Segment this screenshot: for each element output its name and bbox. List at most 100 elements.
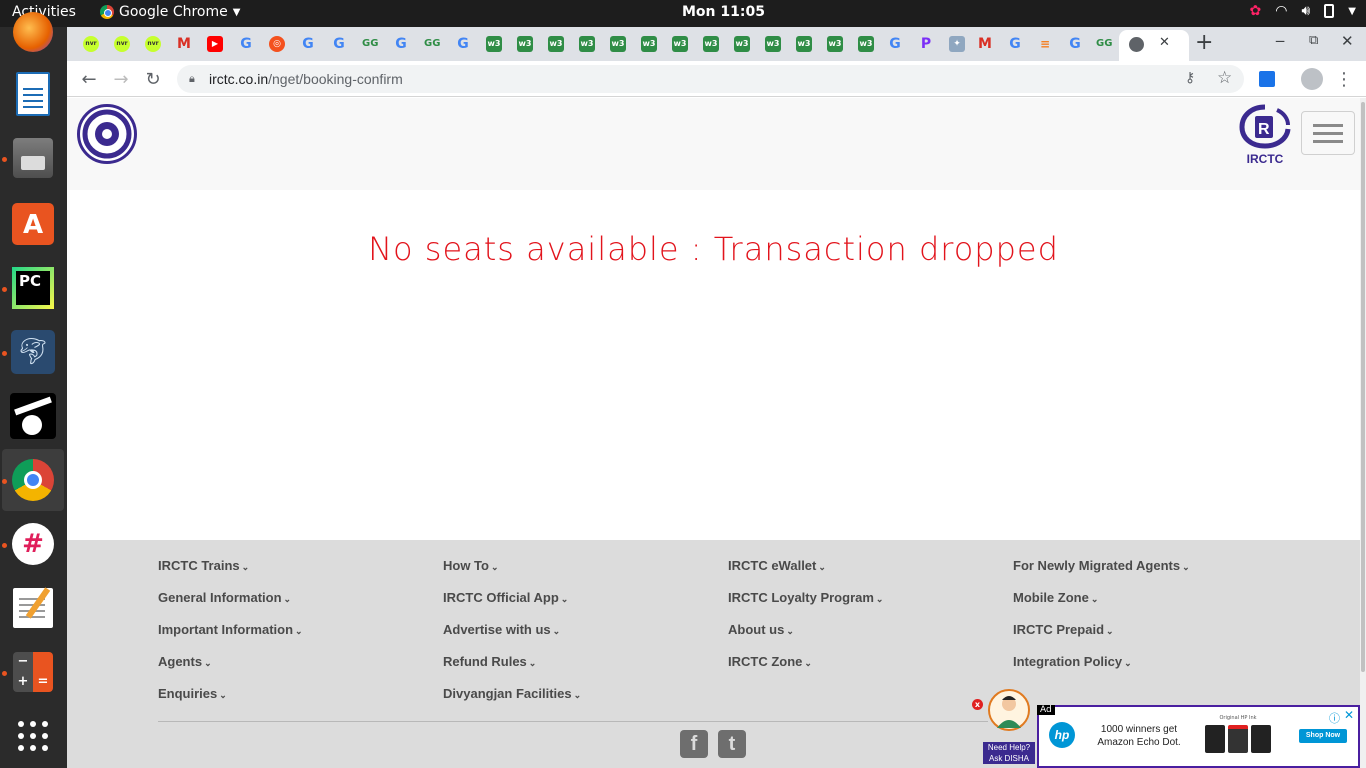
footer-link[interactable]: IRCTC Prepaid ⌄ (1013, 622, 1190, 654)
advertisement-banner[interactable]: Ad hp 1000 winners get Amazon Echo Dot. … (1037, 705, 1360, 768)
dock-mysql-workbench[interactable]: 🐬︎ (8, 327, 58, 377)
disha-chatbot[interactable]: Need Help? Ask DISHA (983, 688, 1035, 768)
footer-link[interactable]: Important Information ⌄ (158, 622, 303, 654)
new-tab-button[interactable]: + (1195, 30, 1213, 55)
tab-favicon-google[interactable]: G (331, 36, 347, 52)
address-bar[interactable]: 🔒︎ irctc.co.in/nget/booking-confirm ⚷ ☆ (177, 65, 1244, 93)
footer-link[interactable]: Divyangjan Facilities ⌄ (443, 686, 581, 718)
footer-link[interactable]: IRCTC eWallet ⌄ (728, 558, 883, 590)
tab-favicon-google[interactable]: G (1067, 36, 1083, 52)
tab-favicon-w3[interactable]: w3 (641, 36, 657, 52)
tab-favicon-image[interactable]: ✦ (949, 36, 965, 52)
tab-favicon-geeksforgeeks[interactable]: GG (424, 36, 440, 52)
tab-favicon-w3[interactable]: w3 (579, 36, 595, 52)
tab-favicon-w3[interactable]: w3 (827, 36, 843, 52)
chevron-down-icon: ⌄ (1182, 562, 1190, 572)
tab-favicon-orange[interactable]: ◎ (269, 36, 285, 52)
chrome-menu-button[interactable]: ⋮ (1333, 68, 1355, 90)
dock-slack[interactable]: # (8, 519, 58, 569)
footer-link[interactable]: Enquiries ⌄ (158, 686, 303, 718)
close-window-button[interactable]: ✕ (1341, 32, 1354, 50)
tab-favicon-w3[interactable]: w3 (734, 36, 750, 52)
tab-favicon-w3[interactable]: w3 (548, 36, 564, 52)
tab-favicon-stackoverflow[interactable]: ≡ (1037, 36, 1053, 52)
footer-link[interactable]: About us ⌄ (728, 622, 883, 654)
key-icon[interactable]: ⚷ (1185, 70, 1195, 86)
dock-text-editor[interactable] (8, 583, 58, 633)
dock-pycharm[interactable]: PC (8, 263, 58, 313)
tab-favicon-w3[interactable]: w3 (610, 36, 626, 52)
footer-link[interactable]: For Newly Migrated Agents ⌄ (1013, 558, 1190, 590)
tab-favicon-gmail[interactable]: M (977, 36, 993, 52)
footer-link[interactable]: Integration Policy ⌄ (1013, 654, 1190, 686)
maximize-button[interactable]: ⧉ (1309, 33, 1318, 48)
irctc-logo[interactable]: R IRCTC (1237, 104, 1293, 166)
slack-tray-icon[interactable]: ✿ (1250, 3, 1262, 19)
tab-favicon-google[interactable]: G (887, 36, 903, 52)
back-button[interactable]: ← (78, 68, 100, 90)
dock-chrome[interactable] (8, 455, 58, 505)
tab-favicon-w3[interactable]: w3 (703, 36, 719, 52)
dock-app-pirate[interactable] (8, 391, 58, 441)
tab-favicon-geeksforgeeks[interactable]: GG (1096, 36, 1112, 52)
tab-favicon-gmail[interactable]: M (176, 36, 192, 52)
tab-favicon-nvr[interactable]: nvr (145, 36, 161, 52)
tab-favicon-w3[interactable]: w3 (486, 36, 502, 52)
indian-railways-logo[interactable] (77, 104, 137, 164)
minimize-button[interactable]: ‒ (1275, 31, 1285, 50)
tab-favicon-google[interactable]: G (300, 36, 316, 52)
tab-favicon-google[interactable]: G (455, 36, 471, 52)
twitter-icon[interactable]: t (718, 730, 746, 758)
footer-link[interactable]: IRCTC Loyalty Program ⌄ (728, 590, 883, 622)
footer-link[interactable]: Mobile Zone ⌄ (1013, 590, 1190, 622)
tab-favicon-w3[interactable]: w3 (517, 36, 533, 52)
shop-now-button[interactable]: Shop Now (1299, 729, 1347, 743)
footer-link[interactable]: How To ⌄ (443, 558, 581, 590)
dock-firefox[interactable] (8, 7, 58, 57)
tab-close-button[interactable]: ✕ (1159, 35, 1170, 50)
tab-favicon-google[interactable]: G (1007, 36, 1023, 52)
extension-icon[interactable] (1259, 71, 1275, 87)
footer-link[interactable]: IRCTC Trains ⌄ (158, 558, 303, 590)
footer-link[interactable]: Refund Rules ⌄ (443, 654, 581, 686)
tab-favicon-google[interactable]: G (238, 36, 254, 52)
app-menu[interactable]: Google Chrome ▼ (100, 4, 240, 20)
active-tab[interactable]: ✕ (1119, 30, 1189, 61)
dock-files[interactable] (8, 133, 58, 183)
forward-button[interactable]: → (110, 68, 132, 90)
ad-info-icon[interactable]: ⓘ (1329, 710, 1340, 726)
show-applications-button[interactable] (8, 711, 58, 761)
chevron-down-icon: ⌄ (786, 626, 794, 636)
tab-favicon-google[interactable]: G (393, 36, 409, 52)
hamburger-menu-button[interactable] (1301, 111, 1355, 155)
tab-favicon-w3[interactable]: w3 (672, 36, 688, 52)
dock-calculator[interactable]: − + = (8, 647, 58, 697)
page-scrollbar[interactable] (1360, 98, 1366, 768)
tab-favicon-geeksforgeeks[interactable]: GG (362, 36, 378, 52)
lock-icon: 🔒︎ (189, 72, 195, 85)
facebook-icon[interactable]: f (680, 730, 708, 758)
star-icon[interactable]: ☆ (1217, 68, 1232, 88)
footer-link[interactable]: IRCTC Official App ⌄ (443, 590, 581, 622)
tab-favicon-nvr[interactable]: nvr (83, 36, 99, 52)
tab-favicon-w3[interactable]: w3 (858, 36, 874, 52)
disha-close-button[interactable]: x (972, 699, 983, 710)
scrollbar-thumb[interactable] (1361, 102, 1365, 672)
footer-link[interactable]: IRCTC Zone ⌄ (728, 654, 883, 686)
footer-link[interactable]: Agents ⌄ (158, 654, 303, 686)
chevron-down-icon: ⌄ (241, 562, 250, 572)
footer-link[interactable]: General Information ⌄ (158, 590, 303, 622)
tab-favicon-w3[interactable]: w3 (796, 36, 812, 52)
footer-link[interactable]: Advertise with us ⌄ (443, 622, 581, 654)
system-tray[interactable]: ✿ ◠ 🔊︎ ▼ (1250, 3, 1356, 19)
ad-close-icon[interactable]: ✕ (1344, 708, 1354, 722)
dock-software-center[interactable]: A (8, 199, 58, 249)
tab-favicon-nvr[interactable]: nvr (114, 36, 130, 52)
dock-libreoffice-writer[interactable] (8, 69, 58, 119)
tab-favicon-purple[interactable]: P (918, 36, 934, 52)
tab-favicon-w3[interactable]: w3 (765, 36, 781, 52)
profile-avatar[interactable] (1301, 68, 1323, 90)
reload-button[interactable]: ↻ (142, 68, 164, 90)
tab-favicon-youtube[interactable]: ▶ (207, 36, 223, 52)
clock[interactable]: Mon 11:05 (682, 4, 765, 20)
